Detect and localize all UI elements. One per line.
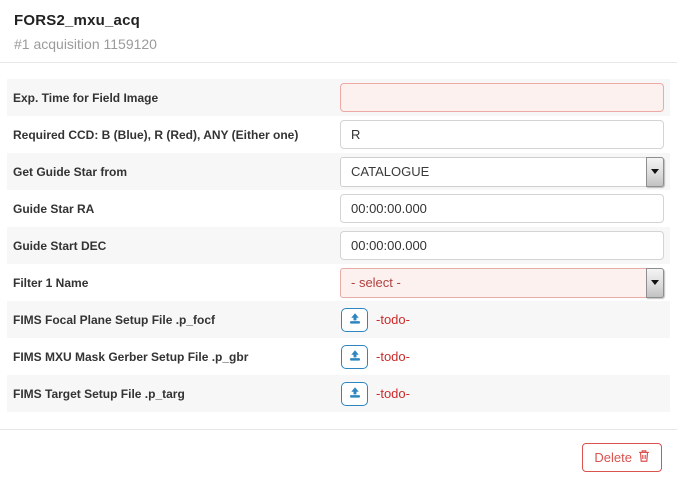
row-fims-mxu-mask: FIMS MXU Mask Gerber Setup File .p_gbr -… bbox=[7, 338, 670, 375]
row-fims-target: FIMS Target Setup File .p_targ -todo- bbox=[7, 375, 670, 412]
fims-focal-plane-status: -todo- bbox=[376, 312, 410, 327]
page-title: FORS2_mxu_acq bbox=[14, 12, 663, 29]
fims-target-label: FIMS Target Setup File .p_targ bbox=[7, 387, 340, 401]
fims-mxu-mask-label: FIMS MXU Mask Gerber Setup File .p_gbr bbox=[7, 350, 340, 364]
exp-time-label: Exp. Time for Field Image bbox=[7, 91, 340, 105]
fims-mxu-mask-upload-button[interactable] bbox=[341, 345, 368, 369]
delete-button[interactable]: Delete bbox=[582, 443, 662, 472]
fims-focal-plane-upload-button[interactable] bbox=[341, 308, 368, 332]
panel-header: FORS2_mxu_acq #1 acquisition 1159120 bbox=[0, 0, 677, 62]
fims-focal-plane-label: FIMS Focal Plane Setup File .p_focf bbox=[7, 313, 340, 327]
row-guide-star-ra: Guide Star RA bbox=[7, 190, 670, 227]
filter1-name-selected-value: - select - bbox=[351, 275, 401, 290]
fims-target-upload-button[interactable] bbox=[341, 382, 368, 406]
row-guide-start-dec: Guide Start DEC bbox=[7, 227, 670, 264]
trash-icon bbox=[638, 449, 650, 466]
row-guide-star-source: Get Guide Star from CATALOGUE bbox=[7, 153, 670, 190]
guide-star-ra-input[interactable] bbox=[340, 194, 664, 223]
guide-star-source-label: Get Guide Star from bbox=[7, 165, 340, 179]
row-filter1-name: Filter 1 Name - select - bbox=[7, 264, 670, 301]
guide-start-dec-label: Guide Start DEC bbox=[7, 239, 340, 253]
required-ccd-input[interactable] bbox=[340, 120, 664, 149]
required-ccd-label: Required CCD: B (Blue), R (Red), ANY (Ei… bbox=[7, 128, 340, 142]
row-fims-focal-plane: FIMS Focal Plane Setup File .p_focf -tod… bbox=[7, 301, 670, 338]
guide-star-ra-label: Guide Star RA bbox=[7, 202, 340, 216]
filter1-name-label: Filter 1 Name bbox=[7, 276, 340, 290]
acquisition-form: Exp. Time for Field Image Required CCD: … bbox=[7, 79, 670, 412]
filter1-name-select[interactable]: - select - bbox=[340, 268, 664, 298]
header-divider bbox=[0, 62, 677, 63]
chevron-down-icon[interactable] bbox=[646, 157, 664, 187]
guide-star-source-selected-value: CATALOGUE bbox=[351, 164, 429, 179]
upload-icon bbox=[348, 386, 362, 402]
acquisition-subtitle: #1 acquisition 1159120 bbox=[14, 36, 663, 52]
row-required-ccd: Required CCD: B (Blue), R (Red), ANY (Ei… bbox=[7, 116, 670, 153]
guide-star-source-select[interactable]: CATALOGUE bbox=[340, 157, 664, 187]
upload-icon bbox=[348, 349, 362, 365]
row-exp-time: Exp. Time for Field Image bbox=[7, 79, 670, 116]
chevron-down-icon[interactable] bbox=[646, 268, 664, 298]
fims-mxu-mask-status: -todo- bbox=[376, 349, 410, 364]
panel-footer: Delete bbox=[0, 430, 677, 472]
guide-start-dec-input[interactable] bbox=[340, 231, 664, 260]
delete-button-label: Delete bbox=[594, 450, 632, 465]
exp-time-input[interactable] bbox=[340, 83, 664, 112]
upload-icon bbox=[348, 312, 362, 328]
fims-target-status: -todo- bbox=[376, 386, 410, 401]
